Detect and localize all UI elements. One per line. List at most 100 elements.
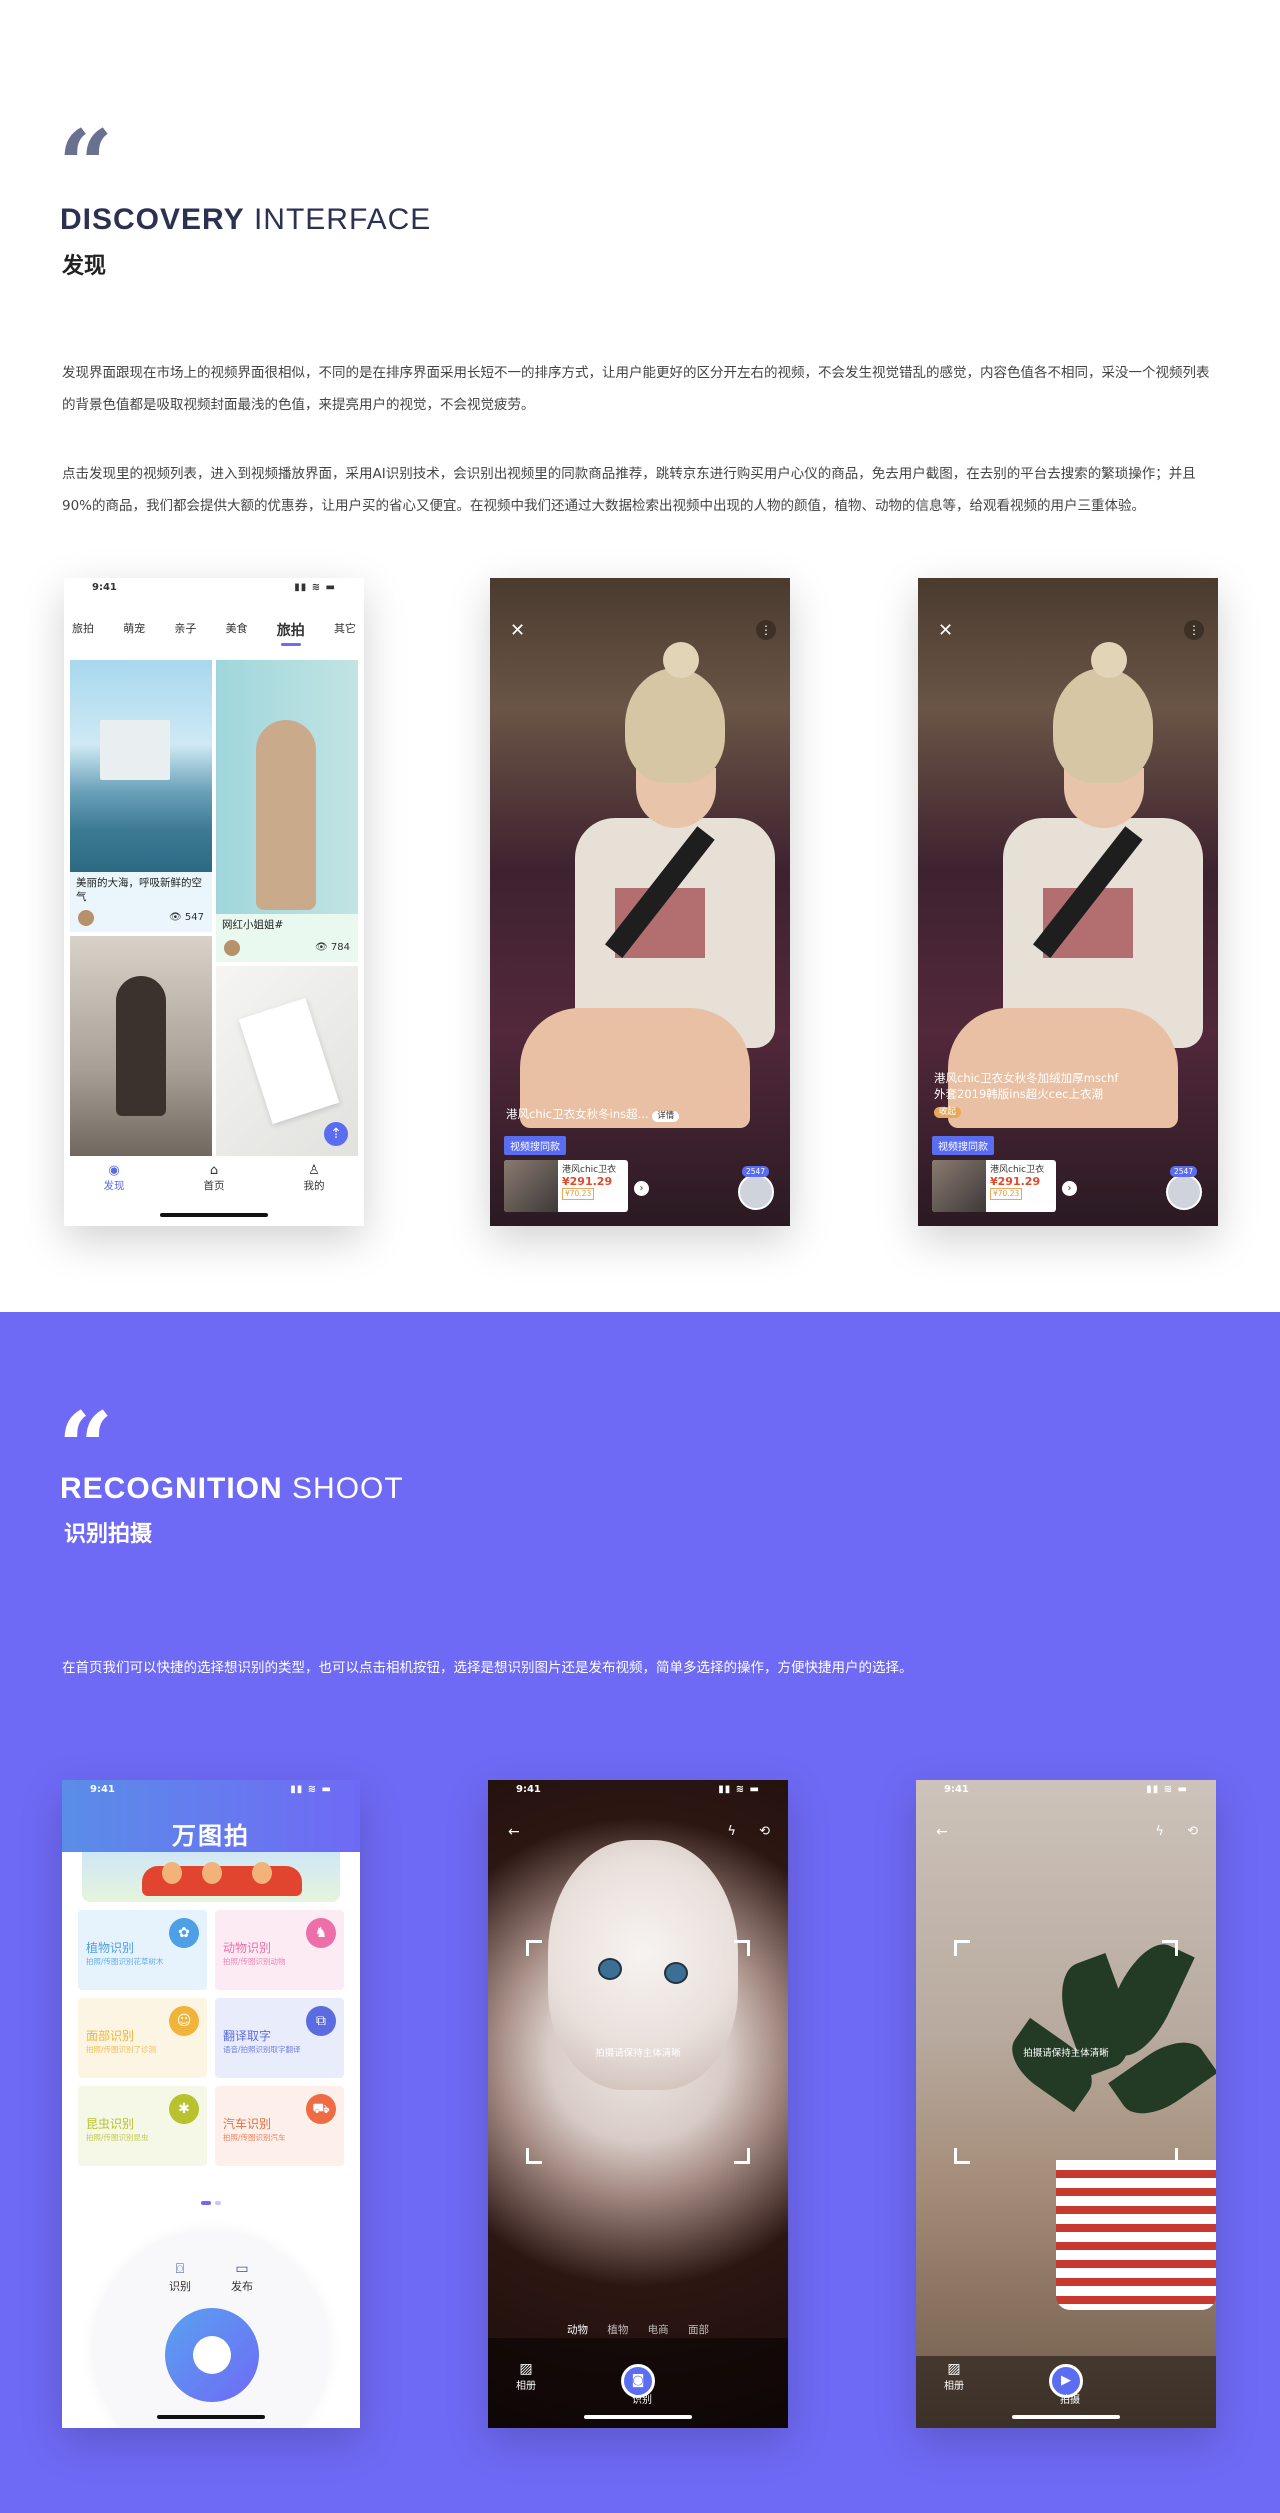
like-count: 2547 [1170,1166,1198,1177]
tab-travel-active[interactable]: 旅拍 [277,620,305,646]
detail-tag[interactable]: 详情 [652,1111,680,1122]
category-tabs: 旅拍 萌宠 亲子 美食 旅拍 其它 [72,620,356,646]
tile-animal[interactable]: ♞ 动物识别 拍照/传图识别动物 [215,1910,344,1990]
tab-pets[interactable]: 萌宠 [123,620,145,640]
card-caption: 美丽的大海，呼吸新鲜的空气 [76,877,202,903]
tab-food[interactable]: 美食 [226,620,248,640]
view-count: 👁 547 [169,912,204,923]
back-icon[interactable]: ← [936,1824,948,1840]
flash-icon[interactable]: ϟ [727,1824,736,1839]
more-icon[interactable]: ⋮ [756,620,776,640]
video-card[interactable]: 网红小姐姐# 👁 784 [216,660,358,962]
quote-mark-icon: “ [58,109,113,222]
avatar[interactable] [224,940,240,956]
discover-icon: ◉ [108,1163,120,1178]
chevron-right-icon[interactable]: › [1062,1181,1077,1196]
section-title-en: RECOGNITION SHOOT [60,1472,404,1506]
uploader-avatar[interactable]: 2547 [1166,1166,1202,1210]
discovery-section: “ DISCOVERY INTERFACE 发现 发现界面跟现在市场上的视频界面… [0,0,1280,1312]
home-indicator [1012,2415,1120,2419]
status-bar: 9:41 ▮▮ ≋ ▬ [64,578,364,598]
recognition-mode-tabs: 动物 植物 电商 面部 [488,2322,788,2337]
scan-frame: 拍摄请保持主体清晰 [526,1940,750,2164]
striped-pot [1056,2160,1216,2310]
nav-profile[interactable]: ♙ 我的 [304,1164,325,1226]
tile-car[interactable]: ⛟ 汽车识别 拍照/传图识别汽车 [215,2086,344,2166]
discovery-paragraph-2: 点击发现里的视频列表，进入到视频播放界面，采用AI识别技术，会识别出视频里的同款… [62,466,1196,514]
animal-icon: ♞ [306,1918,336,1948]
tile-face[interactable]: ☺ 面部识别 拍照/传图识别了诊测 [78,1998,207,2078]
product-price: ¥291.29 [990,1175,1041,1188]
status-bar: 9:41 ▮▮ ≋ ▬ [488,1780,788,1800]
car-icon: ⛟ [306,2094,336,2124]
option-recognize[interactable]: ⌼ 识别 [169,2260,191,2294]
album-icon: ▨ [519,2361,533,2377]
building-image [100,720,170,780]
avatar[interactable] [78,910,94,926]
close-icon[interactable]: ✕ [510,620,525,641]
mode-face[interactable]: 面部 [688,2324,709,2336]
recognize-label: 识别 [632,2395,652,2406]
flip-camera-icon[interactable]: ⟲ [759,1824,770,1839]
translate-icon: ⧉ [306,2006,336,2036]
back-icon[interactable]: ← [508,1824,520,1840]
tile-subtitle: 语音/拍照识别取字翻译 [223,2045,301,2054]
mode-ecommerce[interactable]: 电商 [648,2324,669,2336]
recognition-home-screen: 9:41 ▮▮ ≋ ▬ 万图拍 ✿ 植物识别 拍照/传图识别花草树木 ♞ 动物识别 拍照… [62,1780,360,2428]
section-title-en: DISCOVERY INTERFACE [60,203,431,237]
nav-discover[interactable]: ◉ 发现 [104,1164,125,1226]
product-image [504,1160,558,1212]
signal-battery-icon: ▮▮ ≋ ▬ [1146,1784,1188,1795]
search-same-badge[interactable]: 视频搜同款 [504,1136,566,1155]
tab-family[interactable]: 亲子 [174,620,196,640]
plant-icon: ✿ [169,1918,199,1948]
signal-battery-icon: ▮▮ ≋ ▬ [290,1784,332,1795]
flip-camera-icon[interactable]: ⟲ [1187,1824,1198,1839]
section-title-cn: 识别拍摄 [64,1522,153,1547]
home-indicator [160,1213,268,1217]
app-logo: 万图拍 [172,1821,250,1850]
tile-subtitle: 拍照/传图识别花草树木 [86,1957,164,1966]
camera-icon: ◙ [631,2373,645,2388]
album-button[interactable]: ▨ 相册 [944,2361,964,2392]
video-card[interactable] [70,936,212,1158]
user-icon: ♙ [308,1163,320,1178]
mode-options: ⌼ 识别 ▭ 发布 [62,2260,360,2294]
video-title: 港风chic卫衣女秋冬ins超... 详情 [506,1106,680,1122]
hat-shape [1053,642,1153,783]
tile-translate[interactable]: ⧉ 翻译取字 语音/拍照识别取字翻译 [215,1998,344,2078]
capture-hint: 拍摄请保持主体清晰 [1023,2048,1109,2059]
product-card[interactable]: 港风chic卫衣 ¥291.29 ¥70.23 [504,1160,628,1212]
tile-insect[interactable]: ✱ 昆虫识别 拍照/传图识别昆虫 [78,2086,207,2166]
shutter-button[interactable] [165,2308,259,2402]
video-card[interactable]: 美丽的大海，呼吸新鲜的空气 👁 547 [70,660,212,932]
status-time: 9:41 [516,1784,541,1795]
flash-icon[interactable]: ϟ [1155,1824,1164,1839]
tab-other[interactable]: 其它 [334,620,356,640]
video-icon: ▭ [235,2261,249,2277]
more-icon[interactable]: ⋮ [1184,620,1204,640]
insect-icon: ✱ [169,2094,199,2124]
scan-frame: 拍摄请保持主体清晰 [954,1940,1178,2164]
album-button[interactable]: ▨ 相册 [516,2361,536,2392]
coupon-badge: ¥70.23 [990,1188,1023,1200]
recognition-type-grid: ✿ 植物识别 拍照/传图识别花草树木 ♞ 动物识别 拍照/传图识别动物 ☺ 面部识别 拍照/… [78,1910,344,2166]
option-publish[interactable]: ▭ 发布 [231,2260,253,2294]
collapse-tag[interactable]: 收起 [934,1107,962,1118]
home-indicator [584,2415,692,2419]
tab-travel[interactable]: 旅拍 [72,620,94,640]
close-icon[interactable]: ✕ [938,620,953,641]
face-icon: ☺ [169,2006,199,2036]
chevron-right-icon[interactable]: › [634,1181,649,1196]
mode-plant[interactable]: 植物 [607,2324,628,2336]
promo-banner[interactable] [82,1852,340,1902]
mode-animal[interactable]: 动物 [567,2324,588,2336]
person-image [116,976,166,1116]
scroll-top-button[interactable]: ⇡ [324,1122,348,1146]
tile-subtitle: 拍照/传图识别动物 [223,1957,286,1966]
search-same-badge[interactable]: 视频搜同款 [932,1136,994,1155]
product-card[interactable]: 港风chic卫衣 ¥291.29 ¥70.23 [932,1160,1056,1212]
uploader-avatar[interactable]: 2547 [738,1166,774,1210]
tile-plant[interactable]: ✿ 植物识别 拍照/传图识别花草树木 [78,1910,207,1990]
video-card[interactable]: ⇡ [216,966,358,1158]
